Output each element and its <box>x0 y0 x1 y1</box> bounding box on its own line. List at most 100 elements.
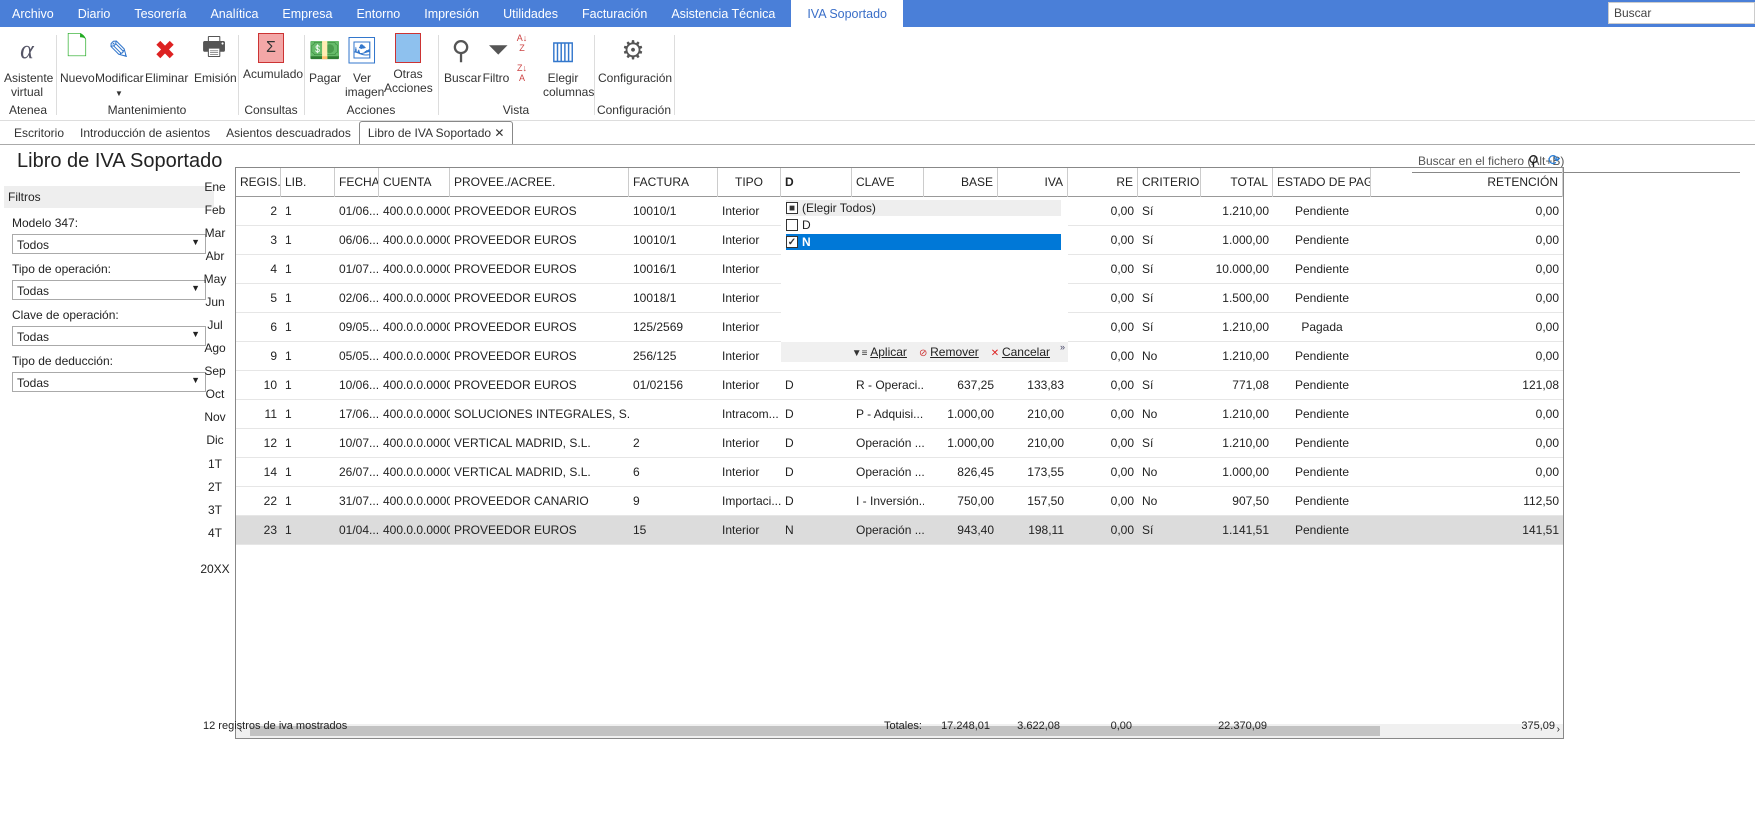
scroll-right-icon[interactable]: › <box>1557 724 1560 735</box>
asistente-virtual-button[interactable]: α Asistente virtual <box>4 33 53 99</box>
nuevo-button[interactable]: 🗋 Nuevo <box>60 31 95 85</box>
table-cell: 5 <box>270 291 277 305</box>
remove-filter-button[interactable]: ⊘ Remover <box>919 345 979 359</box>
column-header[interactable]: FACTURA <box>629 168 718 197</box>
column-header[interactable]: PROVEE./ACREE. <box>450 168 629 197</box>
global-search-input[interactable]: Buscar <box>1608 2 1755 24</box>
period-1[interactable]: Feb <box>200 203 230 217</box>
menu-6[interactable]: Impresión <box>412 0 491 27</box>
period-2[interactable]: Mar <box>200 226 230 240</box>
period-13[interactable]: 2T <box>200 480 230 494</box>
tab-introduccion-asientos[interactable]: Introducción de asientos <box>72 122 218 144</box>
checkbox[interactable]: ■ <box>786 202 798 214</box>
acumulado-button[interactable]: Σ Acumulado <box>243 33 303 81</box>
table-row[interactable]: 23 1 01/04... 400.0.0.00000 PROVEEDOR EUROS 1… <box>236 516 1563 545</box>
period-14[interactable]: 3T <box>200 503 230 517</box>
menu-10[interactable]: IVA Soportado <box>791 0 903 27</box>
table-cell: 0,00 <box>1110 378 1134 392</box>
more-icon[interactable]: » <box>1060 342 1065 352</box>
buscar-button[interactable]: ⚲ Buscar <box>444 33 481 86</box>
tab-asientos-descuadrados[interactable]: Asientos descuadrados <box>218 122 359 144</box>
filter-option[interactable]: D <box>786 217 1061 233</box>
menu-5[interactable]: Entorno <box>344 0 412 27</box>
checkbox[interactable] <box>786 219 798 231</box>
cancel-filter-button[interactable]: ✕ Cancelar <box>991 345 1050 359</box>
filter-select[interactable]: Todas ▼ <box>12 326 206 346</box>
column-header[interactable]: TIPO <box>718 168 781 197</box>
tab-libro-iva-soportado[interactable]: Libro de IVA Soportado ✕ <box>358 121 514 144</box>
column-header[interactable]: REGIS... <box>236 168 281 197</box>
table-cell: 0,00 <box>1110 465 1134 479</box>
table-cell: 0,00 <box>1110 407 1134 421</box>
period-3[interactable]: Abr <box>200 249 230 263</box>
period-10[interactable]: Nov <box>200 410 230 424</box>
column-header[interactable]: D <box>781 168 852 197</box>
eliminar-button[interactable]: ✖ Eliminar <box>145 33 188 86</box>
filter-option[interactable]: ■ (Elegir Todos) <box>786 200 1061 216</box>
column-header[interactable]: RE <box>1068 168 1138 197</box>
divider <box>56 35 57 115</box>
column-header[interactable]: LIB. <box>281 168 335 197</box>
ver-imagen-button[interactable]: 🖼 Ver imagen <box>345 33 384 100</box>
checkbox[interactable]: ✓ <box>786 236 798 248</box>
column-header[interactable]: TOTAL <box>1201 168 1273 197</box>
table-row[interactable]: 14 1 26/07... 400.0.0.00001 VERTICAL MADRID,… <box>236 458 1563 487</box>
period-7[interactable]: Ago <box>200 341 230 355</box>
modificar-button[interactable]: ✎ Modificar ▼ <box>95 33 144 99</box>
column-header[interactable]: IVA <box>998 168 1068 197</box>
menu-3[interactable]: Analítica <box>198 0 270 27</box>
filter-label: Tipo de deducción: <box>12 354 113 368</box>
table-cell: Pendiente <box>1294 204 1350 218</box>
sort-desc-icon[interactable]: Z↓ A <box>517 63 527 83</box>
table-cell: Importaci... <box>722 494 781 508</box>
close-icon[interactable]: ✕ <box>494 126 504 140</box>
column-header[interactable]: CLAVE <box>852 168 924 197</box>
emision-button[interactable]: 🖶 Emisión <box>194 31 237 85</box>
otras-acciones-button[interactable]: Otras Acciones <box>382 33 434 95</box>
period-15[interactable]: 4T <box>200 526 230 540</box>
menu-8[interactable]: Facturación <box>570 0 659 27</box>
period-16[interactable]: 20XX <box>200 562 230 576</box>
column-header[interactable]: CRITERIO... <box>1138 168 1201 197</box>
menu-0[interactable]: Archivo <box>0 0 66 27</box>
elegir-columnas-button[interactable]: ▥ Elegir columnas <box>538 33 594 100</box>
menu-9[interactable]: Asistencia Técnica <box>659 0 787 27</box>
menu-1[interactable]: Diario <box>66 0 123 27</box>
column-header[interactable]: CUENTA <box>379 168 450 197</box>
table-row[interactable]: 12 1 10/07... 400.0.0.00001 VERTICAL MADRID,… <box>236 429 1563 458</box>
period-6[interactable]: Jul <box>200 318 230 332</box>
apply-filter-button[interactable]: ▼≡ Aplicar <box>852 345 907 359</box>
table-cell: PROVEEDOR EUROS <box>454 233 577 247</box>
period-4[interactable]: May <box>200 272 230 286</box>
period-12[interactable]: 1T <box>200 457 230 471</box>
menu-2[interactable]: Tesorería <box>122 0 198 27</box>
period-5[interactable]: Jun <box>200 295 230 309</box>
column-header[interactable]: RETENCIÓN <box>1371 168 1563 197</box>
period-11[interactable]: Dic <box>200 433 230 447</box>
table-row[interactable]: 10 1 10/06... 400.0.0.00000 PROVEEDOR EUROS 0… <box>236 371 1563 400</box>
menu-4[interactable]: Empresa <box>270 0 344 27</box>
filter-option[interactable]: ✓ N <box>786 234 1061 250</box>
table-cell: 14 <box>263 465 277 479</box>
table-cell: 9 <box>270 349 277 363</box>
period-0[interactable]: Ene <box>200 180 230 194</box>
d-column-filter-dropdown: ■ (Elegir Todos) D ✓ N ▼≡ Aplicar ⊘ Remover ✕ C… <box>781 197 1068 363</box>
table-row[interactable]: 11117/06...400.0.0.00002SOLUCIONES INTEG… <box>236 400 1563 429</box>
column-header[interactable]: ESTADO DE PAGO <box>1273 168 1371 197</box>
sort-buttons[interactable]: A↓ Z Z↓ A <box>512 33 532 83</box>
tab-escritorio[interactable]: Escritorio <box>6 122 72 144</box>
column-header[interactable]: FECHA <box>335 168 379 197</box>
period-8[interactable]: Sep <box>200 364 230 378</box>
cancel-label: Cancelar <box>1001 345 1050 359</box>
filter-select[interactable]: Todas ▼ <box>12 372 206 392</box>
filter-select[interactable]: Todas ▼ <box>12 280 206 300</box>
table-row[interactable]: 22 1 31/07... 400.0.0.00006 PROVEEDOR CANARI… <box>236 487 1563 516</box>
filtro-button[interactable]: ⏷ Filtro <box>481 33 511 85</box>
column-header[interactable]: BASE <box>924 168 998 197</box>
pagar-button[interactable]: 💵 Pagar <box>308 33 342 86</box>
period-9[interactable]: Oct <box>200 387 230 401</box>
menu-7[interactable]: Utilidades <box>491 0 570 27</box>
configuracion-button[interactable]: ⚙ Configuración <box>598 33 672 86</box>
sort-asc-icon[interactable]: A↓ Z <box>517 33 528 53</box>
filter-select[interactable]: Todos ▼ <box>12 234 206 254</box>
